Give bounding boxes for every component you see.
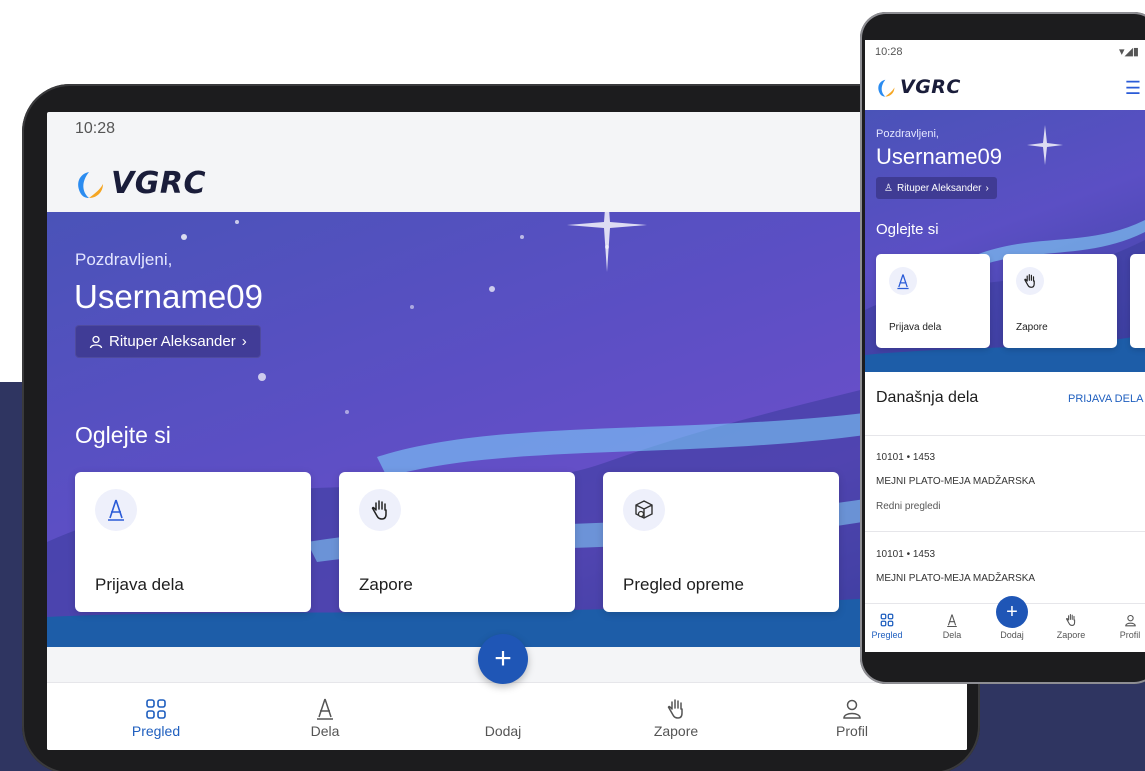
promo-stage: 10:28 VGRC Pozdravljeni, Username09 Ritu… [0, 0, 1145, 771]
nav-label: Pregled [131, 723, 181, 739]
nav-profil[interactable]: Profil [1105, 610, 1145, 640]
account-chip-label: Rituper Aleksander [109, 333, 236, 350]
todays-jobs-header: Današnja dela PRIJAVA DELA [865, 385, 1145, 415]
job-place: MEJNI PLATO-MEJA MADŽARSKA [876, 573, 1036, 584]
chevron-right-icon: › [985, 182, 989, 194]
nav-label: Profil [836, 723, 868, 739]
card-label: Zapore [359, 575, 413, 594]
card-prijava-dela[interactable]: Prijava dela [876, 254, 990, 348]
nav-label: Zapore [653, 723, 699, 739]
logo-text: VGRC [111, 166, 206, 201]
user-icon: ♙ [884, 182, 893, 194]
card-partial[interactable] [1130, 254, 1145, 348]
nav-label: Dodaj [484, 723, 522, 739]
username-text: Username09 [74, 278, 263, 315]
card-pregled-opreme[interactable]: Pregled opreme [603, 472, 839, 612]
nav-dela[interactable]: Dela [280, 695, 370, 739]
nav-label: Dela [310, 723, 340, 739]
job-type: Redni pregledi [876, 501, 941, 512]
user-icon [1105, 610, 1145, 630]
card-label: Pregled opreme [623, 575, 744, 594]
hand-stop-icon [631, 695, 721, 723]
chevron-right-icon: › [241, 333, 247, 350]
pen-nib-icon [280, 695, 370, 723]
plus-icon: + [494, 642, 512, 675]
nav-zapore[interactable]: Zapore [1046, 610, 1096, 640]
section-title: Oglejte si [876, 221, 939, 238]
hero-banner: Pozdravljeni, Username09 ♙ Rituper Aleks… [865, 110, 1145, 372]
add-button[interactable]: + [478, 634, 528, 684]
plus-icon: + [1006, 600, 1018, 623]
job-list-item[interactable]: 10101 • 1453 MEJNI PLATO-MEJA MADŽARSKA [865, 531, 1145, 603]
hand-stop-icon [1016, 267, 1044, 295]
status-icons: ▾◢▮ [1118, 46, 1139, 58]
todays-jobs-title: Današnja dela [876, 389, 979, 406]
card-zapore[interactable]: Zapore [1003, 254, 1117, 348]
nav-label: Dela [942, 630, 962, 640]
status-time: 10:28 [875, 46, 903, 58]
app-logo: VGRC [73, 166, 206, 201]
logo-text: VGRC [900, 76, 961, 98]
nav-label: Pregled [871, 630, 903, 640]
phone-screen: 10:28 ▾◢▮ VGRC ☰ Pozdravljeni, Username0… [865, 40, 1145, 652]
job-place: MEJNI PLATO-MEJA MADŽARSKA [876, 476, 1036, 487]
job-list-item[interactable]: 10101 • 1453 MEJNI PLATO-MEJA MADŽARSKA … [865, 435, 1145, 531]
hand-stop-icon [1046, 610, 1096, 630]
job-code: 10101 • 1453 [876, 452, 936, 463]
grid-icon [865, 610, 912, 630]
nav-label: Dodaj [1000, 630, 1024, 640]
nav-label: Profil [1119, 630, 1141, 640]
username-text: Username09 [876, 144, 1002, 169]
nav-pregled[interactable]: Pregled [111, 695, 201, 739]
greeting-text: Pozdravljeni, [75, 250, 173, 269]
section-title: Oglejte si [75, 422, 171, 448]
status-time: 10:28 [75, 120, 116, 137]
hand-stop-icon [359, 489, 401, 531]
card-label: Prijava dela [95, 575, 184, 594]
tablet-screen: 10:28 VGRC Pozdravljeni, Username09 Ritu… [47, 112, 967, 750]
pen-nib-icon [889, 267, 917, 295]
nav-label: Zapore [1056, 630, 1086, 640]
account-chip-label: Rituper Aleksander [896, 182, 982, 194]
card-label: Prijava dela [889, 322, 942, 333]
nav-pregled[interactable]: Pregled [865, 610, 912, 640]
user-icon [807, 695, 897, 723]
hero-banner: Pozdravljeni, Username09 Rituper Aleksan… [47, 212, 967, 647]
grid-icon [111, 695, 201, 723]
user-icon [89, 335, 103, 348]
box-search-icon [623, 489, 665, 531]
logo-swoosh-icon [878, 79, 895, 97]
logo-swoosh-icon [78, 171, 103, 198]
nav-zapore[interactable]: Zapore [631, 695, 721, 739]
account-chip[interactable]: ♙ Rituper Aleksander › [876, 177, 997, 199]
greeting-text: Pozdravljeni, [876, 128, 939, 140]
job-code: 10101 • 1453 [876, 549, 936, 560]
nav-profil[interactable]: Profil [807, 695, 897, 739]
bottom-navigation: Pregled Dela Dodaj Zapore Profil [47, 682, 967, 750]
nav-dela[interactable]: Dela [927, 610, 977, 640]
app-logo: VGRC [875, 76, 961, 98]
card-prijava-dela[interactable]: Prijava dela [75, 472, 311, 612]
prijava-dela-link[interactable]: PRIJAVA DELA [1068, 393, 1143, 405]
account-chip[interactable]: Rituper Aleksander › [75, 325, 261, 358]
card-label: Zapore [1016, 322, 1048, 333]
card-zapore[interactable]: Zapore [339, 472, 575, 612]
pen-nib-icon [95, 489, 137, 531]
pen-nib-icon [927, 610, 977, 630]
nav-dodaj[interactable]: Dodaj [458, 695, 548, 739]
add-button[interactable]: + [996, 596, 1028, 628]
menu-icon[interactable]: ☰ [1125, 78, 1141, 99]
